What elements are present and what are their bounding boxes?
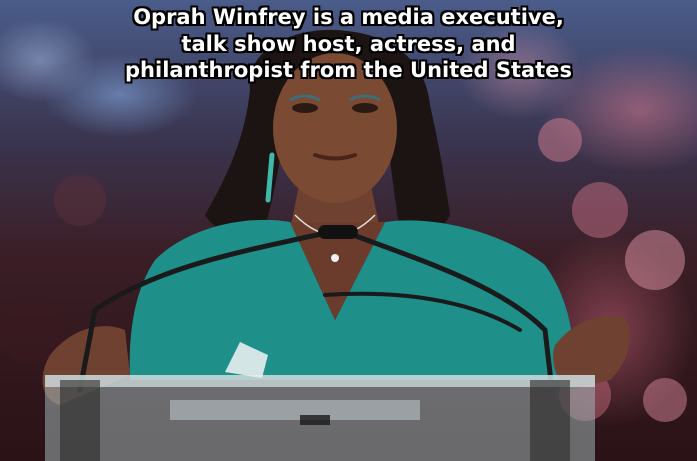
caption-line-3: philanthropist from the United States <box>125 58 572 82</box>
caption-line-1: Oprah Winfrey is a media executive, <box>133 5 564 29</box>
meme-caption: Oprah Winfrey is a media executive, talk… <box>0 4 697 84</box>
podium <box>45 375 595 461</box>
caption-line-2: talk show host, actress, and <box>181 31 516 56</box>
meme-image: Oprah Winfrey is a media executive, talk… <box>0 0 697 461</box>
right-eye <box>352 103 378 113</box>
necklace-pendant <box>331 254 339 262</box>
left-eye <box>292 103 318 113</box>
